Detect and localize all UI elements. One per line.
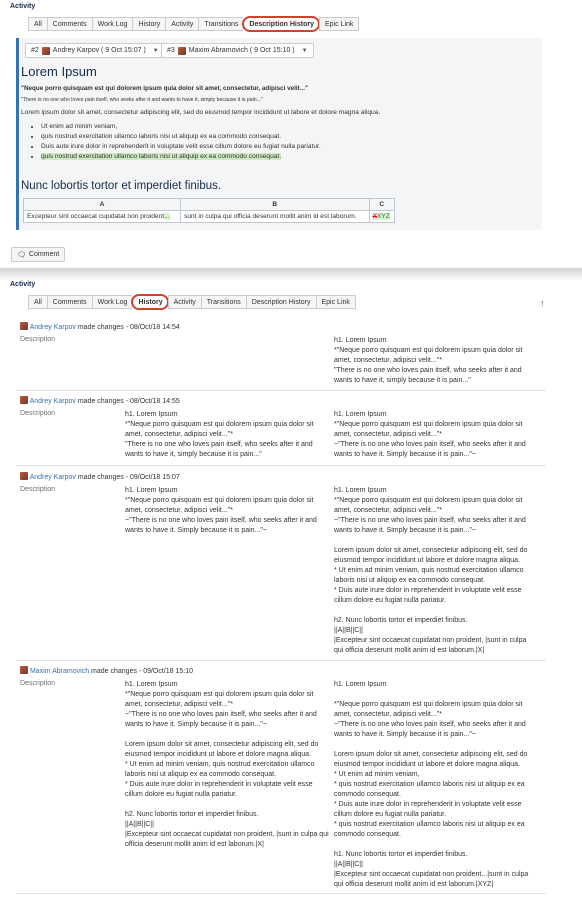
doc-quote-small: "There is no one who loves pain itself, … [21,97,263,103]
old-value: h1. Lorem Ipsum *"Neque porro quisquam e… [125,681,329,848]
entry-divider [16,893,546,894]
user-link[interactable]: Maxim Abramovich [30,668,89,675]
chevron-down-icon: ▼ [301,47,308,54]
user-link[interactable]: Andrey Karpov [30,398,76,405]
tab-history[interactable]: History [131,294,169,310]
list-item: Duis aute irure dolor in reprehenderit i… [41,142,531,152]
tab-work-log[interactable]: Work Log [91,295,133,309]
tab-all[interactable]: All [28,295,47,309]
tab-description-history[interactable]: Description History [245,295,316,309]
description-history-panel: #2 Andrey Karpov ( 9 Oct 15:07 ) ▼ #3 Ma… [16,38,542,230]
doc-paragraph: Lorem ipsum dolor sit amet, consectetur … [21,109,381,116]
tab-description-history[interactable]: Description History [242,16,320,32]
tab-activity[interactable]: Activity [165,17,199,31]
doc-table: A B C Excepteur sint occaecat cupidatat … [22,198,396,223]
entry-action: made changes - 08/Oct/18 14:54 [77,324,180,331]
tab-epic-link[interactable]: Epic Link [315,295,356,309]
entry-action: made changes - 09/Oct/18 15:07 [77,474,180,481]
version-author: Andrey Karpov ( 9 Oct 15:07 ) [52,47,146,54]
tab-work-log[interactable]: Work Log [91,17,133,31]
old-value: h1. Lorem Ipsum *"Neque porro quisquam e… [125,411,314,458]
field-label: Description [20,486,56,493]
new-value: h1. Lorem Ipsum *"Neque porro quisquam e… [334,411,526,458]
new-value: h1. Lorem Ipsum *"Neque porro quisquam e… [334,487,528,654]
tab-comments[interactable]: Comments [46,17,92,31]
history-entry-header: Maxim Abramovich made changes - 09/Oct/1… [20,666,193,675]
version-number: #2 [31,47,39,54]
new-value: h1. Lorem Ipsum *"Neque porro quisquam e… [334,681,529,888]
table-cell: sunt in culpa qui officia deserunt molli… [180,210,370,223]
history-entry-header: Andrey Karpov made changes - 08/Oct/18 1… [20,396,180,405]
avatar [20,396,28,404]
table-header: A [22,198,182,211]
scroll-up-icon[interactable]: ↑ [540,298,545,308]
table-header: B [180,198,370,211]
field-label: Description [20,410,56,417]
added-text: XYZ [376,213,390,220]
entry-divider [16,465,546,466]
avatar [20,666,28,674]
tab-all[interactable]: All [28,17,47,31]
section-divider [0,268,582,280]
added-text: quis nostrud exercitation ullamco labori… [41,153,282,160]
new-value: h1. Lorem Ipsum *"Neque porro quisquam e… [334,337,523,384]
avatar [41,46,50,55]
tab-comments[interactable]: Comments [46,295,92,309]
tab-history[interactable]: History [132,17,166,31]
activity-tabs: All Comments Work Log History Activity T… [28,294,356,310]
activity-heading: Activity [10,3,36,10]
comment-button-label: Comment [28,251,60,258]
doc-quote-bold: "Neque porro quisquam est qui dolorem ip… [21,85,308,92]
comment-icon: 🗨 [17,251,26,259]
version-left-select[interactable]: #2 Andrey Karpov ( 9 Oct 15:07 ) ▼ [25,43,165,58]
chevron-down-icon: ▼ [152,47,159,54]
table-row: Excepteur sint occaecat cupidatat non pr… [22,210,396,223]
user-link[interactable]: Andrey Karpov [30,474,76,481]
old-value: h1. Lorem Ipsum *"Neque porro quisquam e… [125,487,317,534]
doc-title: Lorem Ipsum [21,64,97,79]
doc-bullet-list: Ut enim ad minim veniam, quis nostrud ex… [21,122,531,162]
history-entry-header: Andrey Karpov made changes - 08/Oct/18 1… [20,322,180,331]
tab-activity[interactable]: Activity [167,295,201,309]
entry-divider [16,660,546,661]
table-cell: XXYZ [368,210,396,223]
avatar [20,322,28,330]
activity-tabs: All Comments Work Log History Activity T… [28,16,360,32]
version-right-select[interactable]: #3 Maxim Abramovich ( 9 Oct 15:10 ) ▼ [161,43,314,58]
table-cell: Excepteur sint occaecat cupidatat non pr… [22,210,182,223]
table-header: C [368,198,396,211]
field-label: Description [20,336,56,343]
list-item: Ut enim ad minim veniam, [41,122,531,132]
version-number: #3 [167,47,175,54]
avatar [20,472,28,480]
field-label: Description [20,680,56,687]
comment-button[interactable]: 🗨 Comment [11,247,66,262]
entry-action: made changes - 09/Oct/18 15:10 [91,668,194,675]
avatar [177,46,186,55]
activity-heading: Activity [10,281,36,288]
added-text: ... [164,213,170,220]
list-item: quis nostrud exercitation ullamco labori… [41,152,531,162]
version-author: Maxim Abramovich ( 9 Oct 15:10 ) [188,47,295,54]
tab-transitions[interactable]: Transitions [198,17,244,31]
tab-epic-link[interactable]: Epic Link [318,17,360,31]
entry-action: made changes - 08/Oct/18 14:55 [77,398,180,405]
list-item: quis nostrud exercitation ullamco labori… [41,132,531,142]
user-link[interactable]: Andrey Karpov [30,324,76,331]
tab-transitions[interactable]: Transitions [200,295,246,309]
doc-subtitle: Nunc lobortis tortor et imperdiet finibu… [21,180,222,192]
entry-divider [16,390,546,391]
history-entry-header: Andrey Karpov made changes - 09/Oct/18 1… [20,472,180,481]
